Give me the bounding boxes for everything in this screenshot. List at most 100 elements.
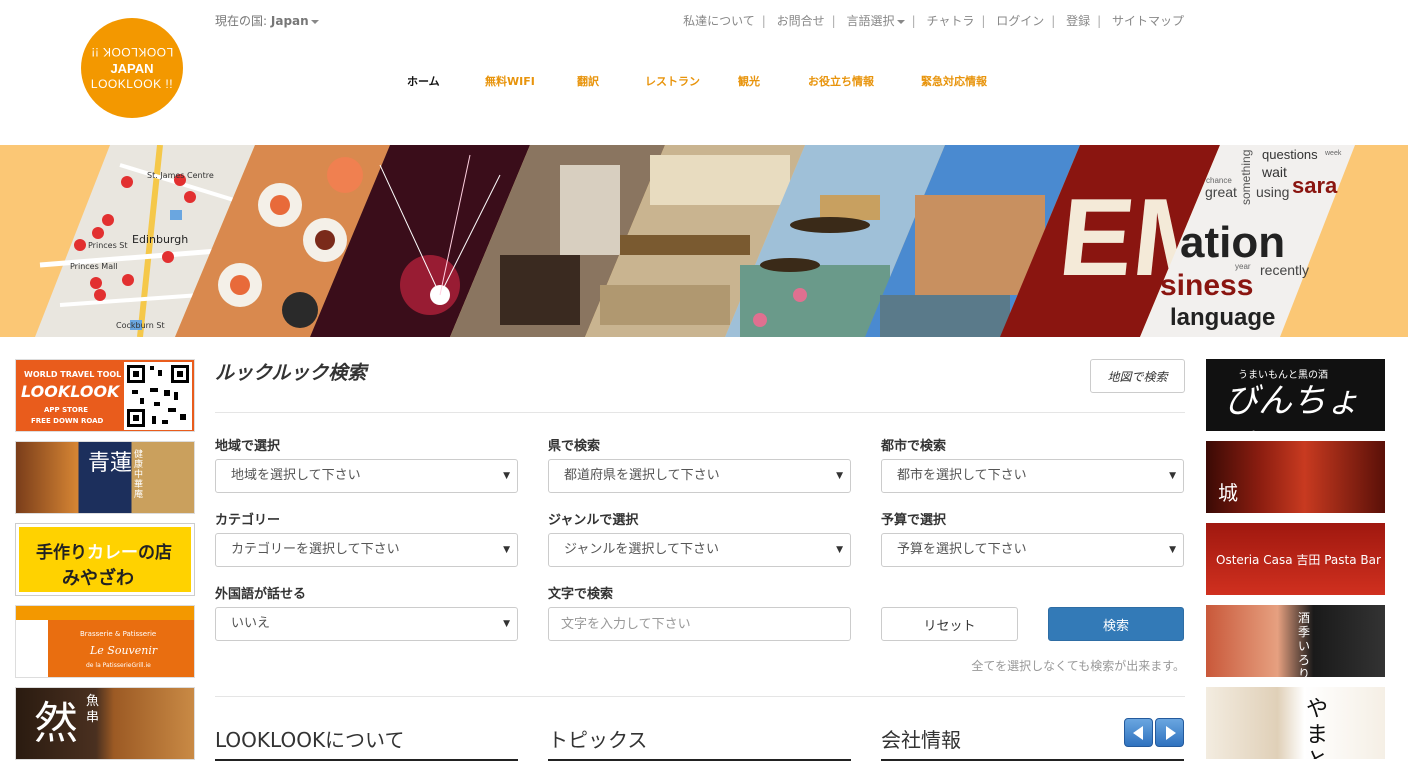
nav-emergency-info[interactable]: 緊急対応情報 <box>921 73 987 89</box>
language-select-value: いいえ <box>231 616 271 631</box>
separator: | <box>831 14 836 28</box>
ad-shop-name: みやざわ <box>62 568 134 589</box>
language-select[interactable]: いいえ ▼ <box>215 607 518 641</box>
ad-binchoro[interactable]: うまいもんと黒の酒 びんちょろ <box>1206 359 1385 431</box>
reset-button[interactable]: リセット <box>881 607 1018 641</box>
country-label: 現在の国: <box>215 14 268 28</box>
qr-code-icon <box>124 362 192 430</box>
dropdown-arrow-icon: ▼ <box>1169 545 1176 555</box>
topnav-contact[interactable]: お問合せ <box>777 14 825 28</box>
dropdown-arrow-icon: ▼ <box>503 545 510 555</box>
ad-seiren[interactable]: 青蓮 健康中華庵 <box>15 441 195 514</box>
search-note: 全てを選択しなくても検索が出来ます。 <box>971 659 1185 673</box>
nav-translation[interactable]: 翻訳 <box>577 73 599 89</box>
language-label: 外国語が話せる <box>215 587 307 602</box>
divider <box>215 412 1185 413</box>
map-label: Princes Mall <box>70 262 118 271</box>
budget-select-value: 予算を選択して下さい <box>897 542 1027 557</box>
category-select-value: カテゴリーを選択して下さい <box>231 542 400 557</box>
map-label: Edinburgh <box>132 233 188 246</box>
ad-title: 城 <box>1218 481 1238 505</box>
word: recently <box>1260 262 1309 278</box>
prefecture-select[interactable]: 都道府県を選択して下さい ▼ <box>548 459 851 493</box>
ad-text: FREE DOWN ROAD <box>31 417 104 425</box>
word: questions <box>1262 147 1318 162</box>
topnav-chatra[interactable]: チャトラ <box>926 14 974 28</box>
ad-text: de la PatisserieGrill.ie <box>86 662 151 669</box>
section-topics-title: トピックス <box>548 724 851 761</box>
topnav-login[interactable]: ログイン <box>996 14 1044 28</box>
ad-title: びんちょろ <box>1224 381 1360 431</box>
city-select[interactable]: 都市を選択して下さい ▼ <box>881 459 1184 493</box>
word: sara <box>1292 173 1338 198</box>
word: year <box>1235 262 1251 271</box>
ad-text: WORLD TRAVEL TOOL <box>24 370 122 379</box>
map-label: Princes St <box>88 241 128 250</box>
ad-text: Brasserie & Patisserie <box>80 630 157 638</box>
ad-irori[interactable]: 酒季いろり <box>1206 605 1385 677</box>
ad-text: 手作り <box>36 543 87 563</box>
budget-select[interactable]: 予算を選択して下さい ▼ <box>881 533 1184 567</box>
keyword-input[interactable] <box>548 607 851 641</box>
right-sidebar: うまいもんと黒の酒 びんちょろ 城 Osteria Casa 吉田 Pasta … <box>1206 359 1385 769</box>
region-select[interactable]: 地域を選択して下さい ▼ <box>215 459 518 493</box>
logo-mirror-text: LOOKLOOK !! <box>90 44 174 59</box>
carousel-arrows <box>1124 718 1186 751</box>
ad-title: Osteria Casa 吉田 Pasta Bar <box>1216 553 1381 567</box>
genre-select[interactable]: ジャンルを選択して下さい ▼ <box>548 533 851 567</box>
dropdown-arrow-icon: ▼ <box>503 471 510 481</box>
topnav-sitemap[interactable]: サイトマップ <box>1112 14 1184 28</box>
budget-label: 予算で選択 <box>881 513 947 528</box>
nav-restaurant[interactable]: レストラン <box>645 73 700 89</box>
ad-osteria-casa-yoshida[interactable]: Osteria Casa 吉田 Pasta Bar <box>1206 523 1385 595</box>
ad-yamato[interactable]: やまと <box>1206 687 1385 759</box>
separator: | <box>1051 14 1056 28</box>
banner-collage: St. James Centre Edinburgh Princes St Pr… <box>35 145 1355 337</box>
divider <box>215 696 1185 697</box>
topnav-about[interactable]: 私達について <box>683 14 755 28</box>
topnav-language[interactable]: 言語選択 <box>847 14 905 28</box>
nav-useful-info[interactable]: お役立ち情報 <box>808 73 874 89</box>
arrow-right-icon[interactable] <box>1155 718 1184 747</box>
ad-miyazawa-curry[interactable]: 手作りカレーの店 みやざわ <box>15 523 195 596</box>
ad-text: の店 <box>138 543 172 563</box>
ad-title: Le Souvenir <box>90 644 158 657</box>
genre-select-value: ジャンルを選択して下さい <box>564 542 719 557</box>
ad-text: カレー <box>87 543 138 563</box>
separator: | <box>911 14 916 28</box>
ad-looklook-app[interactable]: WORLD TRAVEL TOOL LOOKLOOK APP STORE FRE… <box>15 359 195 432</box>
search-button[interactable]: 検索 <box>1048 607 1184 641</box>
arrow-left-icon[interactable] <box>1124 718 1153 747</box>
caret-down-icon <box>896 19 905 24</box>
logo-name-text: LOOKLOOK !! <box>90 76 174 91</box>
prefecture-select-value: 都道府県を選択して下さい <box>564 468 720 483</box>
word: something <box>1239 150 1253 205</box>
map-search-button[interactable]: 地図で検索 <box>1090 359 1185 393</box>
ad-title: 手作りカレーの店 <box>36 538 172 563</box>
dropdown-arrow-icon: ▼ <box>836 545 843 555</box>
dropdown-arrow-icon: ▼ <box>503 619 510 629</box>
word: siness <box>1160 269 1253 302</box>
category-select[interactable]: カテゴリーを選択して下さい ▼ <box>215 533 518 567</box>
left-sidebar: WORLD TRAVEL TOOL LOOKLOOK APP STORE FRE… <box>15 359 195 769</box>
ad-zen-kushi[interactable]: 然 魚串 <box>15 687 195 760</box>
word: week <box>1324 150 1342 157</box>
ad-title: やまと <box>1306 697 1329 759</box>
dropdown-arrow-icon: ▼ <box>836 471 843 481</box>
site-logo[interactable]: LOOKLOOK !! JAPAN LOOKLOOK !! <box>81 18 183 118</box>
ad-le-souvenir[interactable]: Brasserie & Patisserie Le Souvenir de la… <box>15 605 195 678</box>
nav-sightseeing[interactable]: 観光 <box>738 73 760 89</box>
ad-background <box>16 606 194 620</box>
nav-home[interactable]: ホーム <box>407 73 440 89</box>
top-utility-nav: 私達について | お問合せ | 言語選択 | チャトラ | ログイン | 登録 | サイトマ… <box>683 12 1184 29</box>
ad-shiro[interactable]: 城 <box>1206 441 1385 513</box>
topnav-register[interactable]: 登録 <box>1066 14 1090 28</box>
country-selector[interactable]: 現在の国: Japan <box>215 12 319 29</box>
region-label: 地域で選択 <box>215 439 281 454</box>
separator: | <box>1097 14 1102 28</box>
city-select-value: 都市を選択して下さい <box>897 468 1027 483</box>
word: wait <box>1261 164 1287 180</box>
genre-label: ジャンルで選択 <box>548 513 639 528</box>
ad-title: 然 <box>34 698 78 749</box>
nav-free-wifi[interactable]: 無料WIFI <box>485 73 535 89</box>
